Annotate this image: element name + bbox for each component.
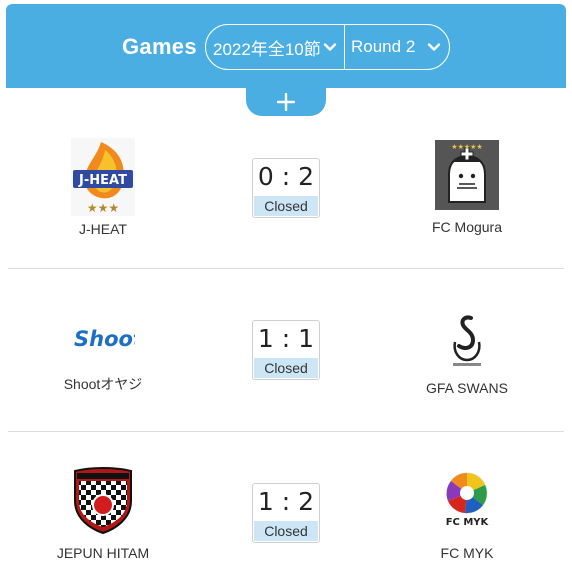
chevron-down-icon bbox=[323, 43, 337, 51]
match-row[interactable]: J-HEAT ★★★ J-HEAT 0 : 2 Closed ★★★★★ FC … bbox=[6, 116, 566, 268]
svg-text:★★★: ★★★ bbox=[87, 201, 119, 215]
jepun-hitam-logo bbox=[74, 467, 132, 535]
gfa-swans-logo bbox=[453, 315, 481, 366]
games-header: Games 2022年全10節 Round 2 bbox=[6, 4, 566, 88]
home-team[interactable]: Shoot Shootオヤジ bbox=[28, 324, 178, 394]
home-team[interactable]: JEPUN HITAM bbox=[28, 465, 178, 561]
status-badge: Closed bbox=[254, 521, 318, 541]
divider bbox=[8, 431, 564, 432]
score-box[interactable]: 0 : 2 Closed bbox=[252, 158, 320, 218]
fc-myk-logo: FC MYK bbox=[446, 472, 490, 528]
team-name: FC MYK bbox=[440, 545, 494, 561]
status-badge: Closed bbox=[254, 358, 318, 378]
shoot-logo: Shoot bbox=[74, 327, 135, 351]
add-game-button[interactable] bbox=[246, 88, 326, 116]
team-name: Shootオヤジ bbox=[63, 376, 143, 392]
team-name: FC Mogura bbox=[431, 219, 503, 235]
score-box[interactable]: 1 : 1 Closed bbox=[252, 320, 320, 380]
games-panel: Games 2022年全10節 Round 2 J-HEAT ★★★ J-HEA… bbox=[6, 4, 566, 574]
team-name: JEPUN HITAM bbox=[56, 545, 150, 561]
svg-text:★★★★★: ★★★★★ bbox=[451, 143, 482, 151]
score-box[interactable]: 1 : 2 Closed bbox=[252, 483, 320, 543]
season-select-value: 2022年全10節 bbox=[213, 39, 321, 59]
fc-mogura-logo: ★★★★★ bbox=[435, 140, 499, 210]
shoot-logo-text: Shoot bbox=[74, 327, 135, 351]
chevron-down-icon bbox=[427, 43, 441, 51]
match-row[interactable]: JEPUN HITAM 1 : 2 Closed FC MYK FC MYK bbox=[6, 433, 566, 574]
score: 0 : 2 bbox=[257, 162, 315, 191]
team-name: GFA SWANS bbox=[426, 380, 508, 396]
plus-icon bbox=[277, 93, 295, 111]
divider bbox=[8, 268, 564, 269]
home-team[interactable]: J-HEAT ★★★ J-HEAT bbox=[28, 138, 178, 237]
team-name: J-HEAT bbox=[79, 221, 127, 237]
match-row[interactable]: Shoot Shootオヤジ 1 : 1 Closed GFA SWANS bbox=[6, 270, 566, 430]
j-heat-logo: J-HEAT ★★★ bbox=[71, 138, 135, 216]
season-select[interactable]: 2022年全10節 bbox=[206, 25, 345, 69]
fc-myk-logo-text: FC MYK bbox=[446, 517, 490, 528]
page-title: Games bbox=[122, 34, 197, 59]
away-team[interactable]: FC MYK FC MYK bbox=[392, 467, 542, 561]
away-team[interactable]: ★★★★★ FC Mogura bbox=[392, 140, 542, 235]
round-select[interactable]: Round 2 bbox=[345, 25, 449, 69]
filter-selects: 2022年全10節 Round 2 bbox=[205, 24, 450, 70]
status-badge: Closed bbox=[254, 196, 318, 216]
score: 1 : 2 bbox=[257, 487, 315, 516]
svg-text:J-HEAT: J-HEAT bbox=[78, 173, 127, 188]
away-team[interactable]: GFA SWANS bbox=[392, 312, 542, 396]
score: 1 : 1 bbox=[257, 324, 315, 353]
round-select-value: Round 2 bbox=[351, 37, 416, 56]
